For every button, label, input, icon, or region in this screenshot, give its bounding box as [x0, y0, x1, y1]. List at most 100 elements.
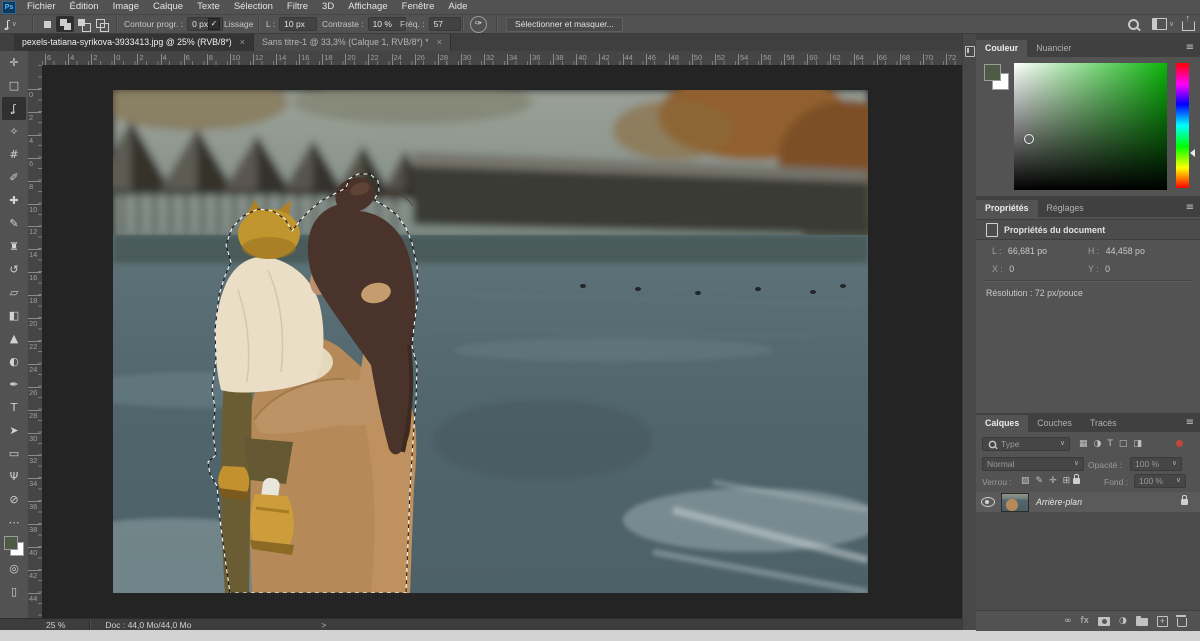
select-and-mask-button[interactable]: Sélectionner et masquer...: [506, 17, 623, 32]
status-options-chevron[interactable]: >: [321, 620, 326, 630]
y-prop-value[interactable]: 0: [1105, 264, 1110, 274]
rectangular-marquee-tool[interactable]: □: [2, 74, 26, 97]
layers-tab-couches[interactable]: Couches: [1028, 415, 1081, 432]
share-icon[interactable]: [1182, 21, 1195, 31]
crop-tool[interactable]: #: [2, 143, 26, 166]
menu-fen-tre[interactable]: Fenêtre: [395, 0, 442, 14]
filter-type-layers-icon[interactable]: T: [1107, 439, 1113, 449]
quick-mask-button[interactable]: ◎: [2, 557, 26, 580]
clone-stamp-tool[interactable]: ♜: [2, 235, 26, 258]
properties-tab-r-glages[interactable]: Réglages: [1038, 200, 1093, 217]
blur-tool[interactable]: ▲: [2, 327, 26, 350]
layers-tab-calques[interactable]: Calques: [976, 415, 1028, 432]
delete-layer-icon[interactable]: [1177, 618, 1187, 627]
workspace-chevron-icon[interactable]: ∨: [1169, 20, 1174, 28]
shape-tool[interactable]: ▭: [2, 442, 26, 465]
hue-slider-marker[interactable]: [1190, 149, 1195, 157]
move-tool[interactable]: ✛: [2, 51, 26, 74]
more-tools[interactable]: ⋯: [2, 511, 26, 534]
hue-slider[interactable]: [1176, 63, 1189, 188]
zoom-level-field[interactable]: 25 %: [36, 620, 75, 630]
layers-tab-trac-s[interactable]: Tracés: [1081, 415, 1126, 432]
menu-aide[interactable]: Aide: [441, 0, 474, 14]
menu-texte[interactable]: Texte: [190, 0, 227, 14]
menu-3d[interactable]: 3D: [315, 0, 341, 14]
layer-visibility-icon[interactable]: [981, 497, 995, 507]
layer-row[interactable]: Arrière-plan: [976, 492, 1200, 512]
adjustment-layer-icon[interactable]: ◑: [1119, 616, 1127, 626]
search-icon[interactable]: [1128, 19, 1139, 30]
filter-adjustment-layers-icon[interactable]: ◑: [1094, 439, 1102, 449]
zoom-tool[interactable]: ⊘: [2, 488, 26, 511]
brush-tool[interactable]: ✎: [2, 212, 26, 235]
layer-thumbnail[interactable]: [1001, 493, 1029, 512]
tool-preset-chevron-icon[interactable]: ∨: [12, 20, 17, 28]
frequency-input[interactable]: 57: [429, 17, 461, 31]
blend-mode-select[interactable]: Normal ∨: [982, 457, 1084, 471]
lock-all-icon[interactable]: [1073, 478, 1080, 484]
layer-group-icon[interactable]: [1136, 618, 1148, 626]
filter-pixel-layers-icon[interactable]: ▦: [1079, 439, 1088, 449]
layers-panel-menu-icon[interactable]: ≡: [1186, 417, 1194, 428]
filter-smart-objects-icon[interactable]: ◨: [1133, 439, 1142, 449]
eraser-tool[interactable]: ▱: [2, 281, 26, 304]
history-brush-tool[interactable]: ↺: [2, 258, 26, 281]
lock-position-icon[interactable]: ✛: [1049, 476, 1057, 486]
height-prop-value[interactable]: 44,458 po: [1106, 246, 1145, 256]
opacity-select[interactable]: 100 % ∨: [1130, 457, 1182, 471]
tab-close-icon[interactable]: ×: [437, 37, 442, 47]
menu-filtre[interactable]: Filtre: [280, 0, 315, 14]
x-prop-value[interactable]: 0: [1009, 264, 1014, 274]
intersect-selection-button[interactable]: [92, 16, 110, 32]
color-tab-couleur[interactable]: Couleur: [976, 40, 1027, 57]
layer-effects-icon[interactable]: fx: [1081, 616, 1090, 626]
canvas-photo[interactable]: [113, 90, 868, 593]
gradient-tool[interactable]: ◧: [2, 304, 26, 327]
fill-select[interactable]: 100 % ∨: [1134, 474, 1186, 488]
quick-selection-tool[interactable]: ✧: [2, 120, 26, 143]
hand-tool[interactable]: Ψ: [2, 465, 26, 488]
collapsed-panel-icon[interactable]: [965, 46, 975, 57]
dodge-tool[interactable]: ◐: [2, 350, 26, 373]
lock-image-pixels-icon[interactable]: ✎: [1036, 476, 1044, 486]
link-layers-icon[interactable]: ∞: [1064, 616, 1072, 626]
add-to-selection-button[interactable]: [56, 16, 74, 32]
properties-panel-menu-icon[interactable]: ≡: [1186, 202, 1194, 213]
width-input[interactable]: 10 px: [279, 17, 317, 31]
menu-s-lection[interactable]: Sélection: [227, 0, 280, 14]
menu-fichier[interactable]: Fichier: [20, 0, 63, 14]
canvas-viewport[interactable]: [42, 65, 962, 618]
layer-filter-select[interactable]: Type ∨: [982, 437, 1070, 451]
eyedropper-tool[interactable]: ✐: [2, 166, 26, 189]
layer-filter-toggle[interactable]: [1176, 440, 1183, 447]
color-panel-menu-icon[interactable]: ≡: [1186, 42, 1194, 53]
color-field[interactable]: [1014, 63, 1167, 190]
lock-transparent-pixels-icon[interactable]: ▨: [1021, 476, 1030, 486]
subtract-from-selection-button[interactable]: [74, 16, 92, 32]
pen-pressure-toggle[interactable]: ✑: [470, 16, 487, 33]
lock-artboard-icon[interactable]: ⊞: [1063, 476, 1071, 486]
tab-close-icon[interactable]: ×: [240, 37, 245, 47]
color-field-cursor[interactable]: [1024, 134, 1034, 144]
antialias-checkbox[interactable]: ✓: [208, 18, 220, 30]
new-layer-icon[interactable]: +: [1157, 616, 1168, 627]
toolbar-color-swatches[interactable]: [2, 534, 26, 557]
document-tab-1[interactable]: pexels-tatiana-syrikova-3933413.jpg @ 25…: [14, 34, 254, 51]
type-tool[interactable]: T: [2, 396, 26, 419]
foreground-color-swatch[interactable]: [984, 64, 1001, 81]
document-tab-2[interactable]: Sans titre-1 @ 33,3% (Calque 1, RVB/8*) …: [254, 34, 451, 51]
color-tab-nuancier[interactable]: Nuancier: [1027, 40, 1080, 57]
new-selection-button[interactable]: [38, 16, 56, 32]
layer-name[interactable]: Arrière-plan: [1036, 497, 1181, 507]
menu-image[interactable]: Image: [106, 0, 146, 14]
layer-mask-icon[interactable]: [1098, 617, 1110, 626]
path-selection-tool[interactable]: ➤: [2, 419, 26, 442]
workspace-icon[interactable]: [1152, 18, 1167, 30]
menu-calque[interactable]: Calque: [146, 0, 190, 14]
screen-mode-button[interactable]: ▯: [2, 580, 26, 603]
properties-tab-propri-t-s[interactable]: Propriétés: [976, 200, 1038, 217]
menu-affichage[interactable]: Affichage: [341, 0, 394, 14]
lasso-tool[interactable]: ʆ: [2, 97, 26, 120]
filter-shape-layers-icon[interactable]: □: [1119, 439, 1128, 449]
healing-brush-tool[interactable]: ✚: [2, 189, 26, 212]
